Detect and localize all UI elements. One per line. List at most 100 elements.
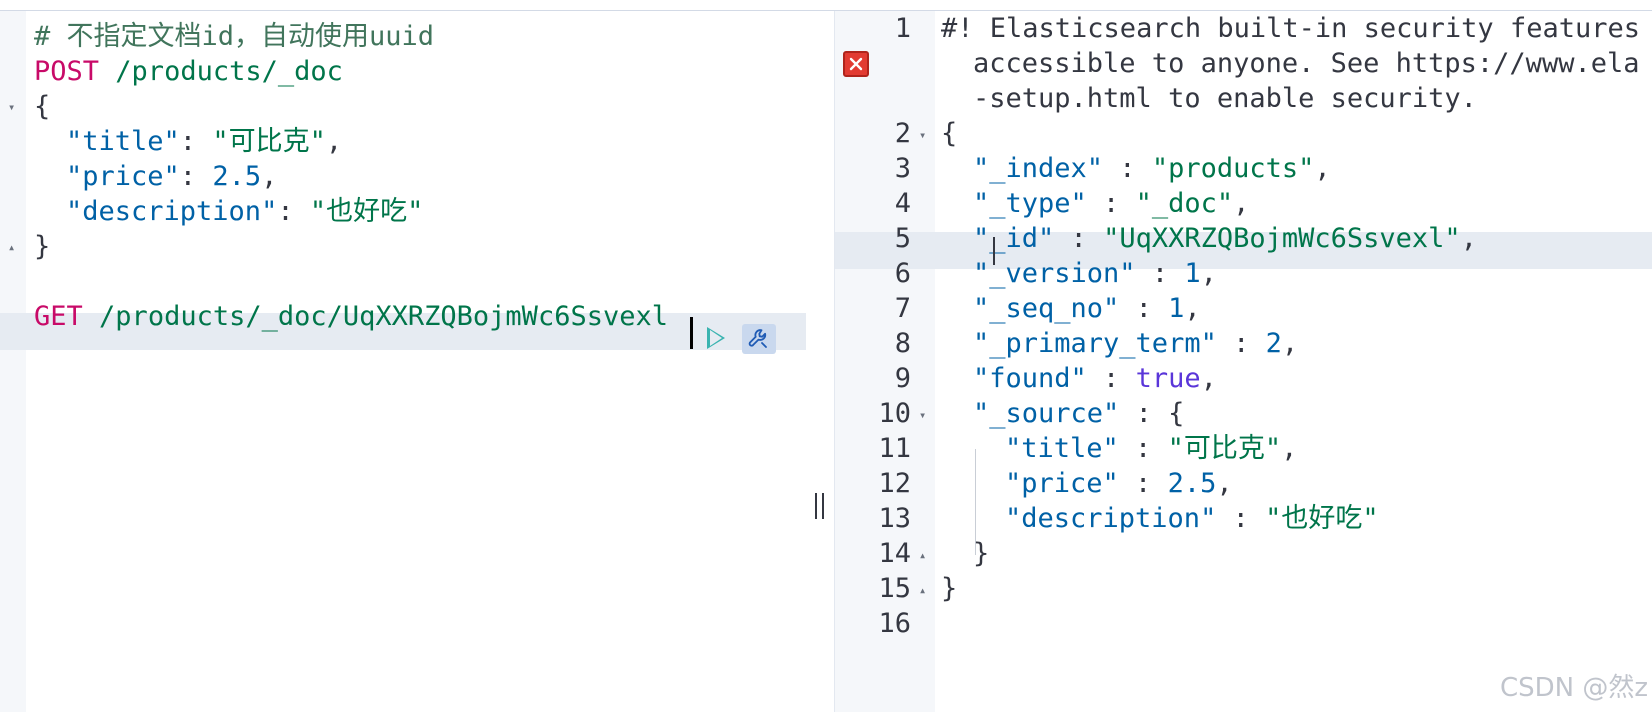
line-number: 6 — [894, 258, 911, 289]
comment-line: # 不指定文档id，自动使用uuid — [34, 21, 435, 52]
watermark: CSDN @然z — [1499, 673, 1648, 703]
field-separator: : — [1118, 468, 1168, 499]
field-separator: : — [1119, 293, 1169, 324]
field-key: "_version" — [973, 258, 1136, 289]
line-number: 13 — [878, 503, 911, 534]
field-trail: , — [1216, 468, 1233, 499]
field-value: "UqXXRZQBojmWc6Ssvexl" — [1103, 223, 1461, 254]
field-separator: : — [1118, 433, 1168, 464]
field-separator: : — [1103, 153, 1152, 184]
response-viewer[interactable]: 1 2 3 4 5 6 7 8 9 10 11 12 13 14 15 16 ▾ ▾ ▴ ▴ #! Elast… — [835, 11, 1652, 712]
fold-close-icon[interactable]: ▴ — [919, 537, 926, 573]
field-value: true — [1135, 363, 1201, 394]
field-key: "_primary_term" — [973, 328, 1217, 359]
field-separator: : — [1135, 258, 1185, 289]
field-separator: : — [1216, 503, 1266, 534]
field-key: "title" — [1005, 433, 1119, 464]
request-field-line: "price": 2.5, — [66, 159, 277, 195]
field-trail: , — [325, 126, 343, 157]
fold-close-icon[interactable]: ▴ — [8, 229, 15, 265]
field-trail: , — [1200, 363, 1217, 394]
line-number: 11 — [878, 433, 911, 464]
line-number: 5 — [894, 223, 911, 254]
post-method: POST — [34, 56, 100, 87]
field-key: "_id" — [973, 223, 1055, 254]
field-separator: : — [1086, 363, 1136, 394]
security-warning-line: accessible to anyone. See https://www.el… — [973, 48, 1640, 79]
field-value: "也好吃" — [1265, 503, 1379, 534]
response-field-line: "_index" : "products", — [973, 151, 1331, 187]
response-field-line: "_id" : "UqXXRZQBojmWc6Ssvexl", — [973, 221, 1477, 257]
field-key: "price" — [66, 161, 180, 192]
wrench-icon[interactable] — [742, 324, 776, 354]
source-key: "_source" — [973, 398, 1120, 429]
field-trail: , — [1281, 328, 1299, 359]
open-brace: { — [941, 118, 958, 149]
source-close-brace: } — [973, 538, 990, 569]
field-key: "title" — [66, 126, 180, 157]
get-method: GET — [34, 301, 83, 332]
text-caret — [690, 317, 693, 349]
field-value: "也好吃" — [309, 196, 424, 227]
resize-grip-icon[interactable] — [815, 493, 824, 519]
source-field-line: "price" : 2.5, — [1005, 466, 1233, 502]
response-field-line: "_primary_term" : 2, — [973, 326, 1298, 362]
source-field-line: "description" : "也好吃" — [1005, 501, 1379, 537]
source-field-line: "title" : "可比克", — [1005, 431, 1297, 467]
field-trail: , — [1460, 223, 1477, 254]
line-number: 14 — [878, 538, 911, 569]
line-number: 8 — [894, 328, 911, 359]
line-number: 16 — [878, 608, 911, 639]
line-number: 3 — [894, 153, 911, 184]
field-key: "_seq_no" — [973, 293, 1120, 324]
fold-close-icon[interactable]: ▴ — [919, 572, 926, 608]
field-key: "_type" — [973, 188, 1087, 219]
request-editor[interactable]: # 不指定文档id，自动使用uuid POST /products/_doc ▾… — [0, 11, 806, 712]
request-field-line: "title": "可比克", — [66, 124, 342, 160]
play-icon[interactable] — [707, 327, 725, 349]
wrench-icon-svg — [748, 329, 767, 348]
line-number: 7 — [894, 293, 911, 324]
field-separator: : — [277, 196, 310, 227]
field-value: "可比克" — [1167, 433, 1282, 464]
response-field-line: "found" : true, — [973, 361, 1217, 397]
fold-open-icon[interactable]: ▾ — [919, 397, 926, 433]
security-warning-line: -setup.html to enable security. — [973, 83, 1477, 114]
field-key: "price" — [1005, 468, 1119, 499]
field-trail: , — [1233, 188, 1250, 219]
fold-open-icon[interactable]: ▾ — [919, 117, 926, 153]
line-number: 12 — [878, 468, 911, 499]
error-icon[interactable] — [843, 51, 869, 77]
field-trail: , — [1314, 153, 1331, 184]
error-x-svg — [849, 57, 863, 71]
close-brace: } — [34, 231, 51, 262]
response-field-line: "_type" : "_doc", — [973, 186, 1249, 222]
get-request-line[interactable]: GET /products/_doc/UqXXRZQBojmWc6Ssvexl — [34, 299, 668, 335]
response-caret — [993, 237, 995, 265]
pane-resize-divider[interactable] — [806, 11, 835, 712]
top-border — [0, 0, 1652, 11]
field-value: 2.5 — [212, 161, 262, 192]
field-value: "_doc" — [1135, 188, 1234, 219]
field-trail: , — [261, 161, 278, 192]
field-value: "可比克" — [212, 126, 326, 157]
post-url: /products/_doc — [115, 56, 343, 87]
field-value: 1 — [1184, 258, 1201, 289]
field-key: "found" — [973, 363, 1087, 394]
close-brace: } — [941, 573, 958, 604]
field-value: 1 — [1168, 293, 1185, 324]
line-number: 10 — [878, 398, 911, 429]
response-field-line: "_version" : 1, — [973, 256, 1217, 292]
field-separator: : — [1054, 223, 1104, 254]
get-url: /products/_doc/UqXXRZQBojmWc6Ssvexl — [99, 301, 668, 332]
line-number: 4 — [894, 188, 911, 219]
source-line: "_source" : { — [973, 398, 1185, 429]
fold-open-icon[interactable]: ▾ — [8, 89, 15, 125]
open-brace: { — [34, 91, 51, 122]
field-key: "_index" — [973, 153, 1104, 184]
security-warning-line: #! Elasticsearch built-in security featu… — [941, 13, 1640, 44]
field-key: "description" — [66, 196, 278, 227]
field-value: "products" — [1151, 153, 1315, 184]
post-request-line[interactable]: POST /products/_doc — [34, 54, 343, 90]
field-value: 2.5 — [1167, 468, 1217, 499]
